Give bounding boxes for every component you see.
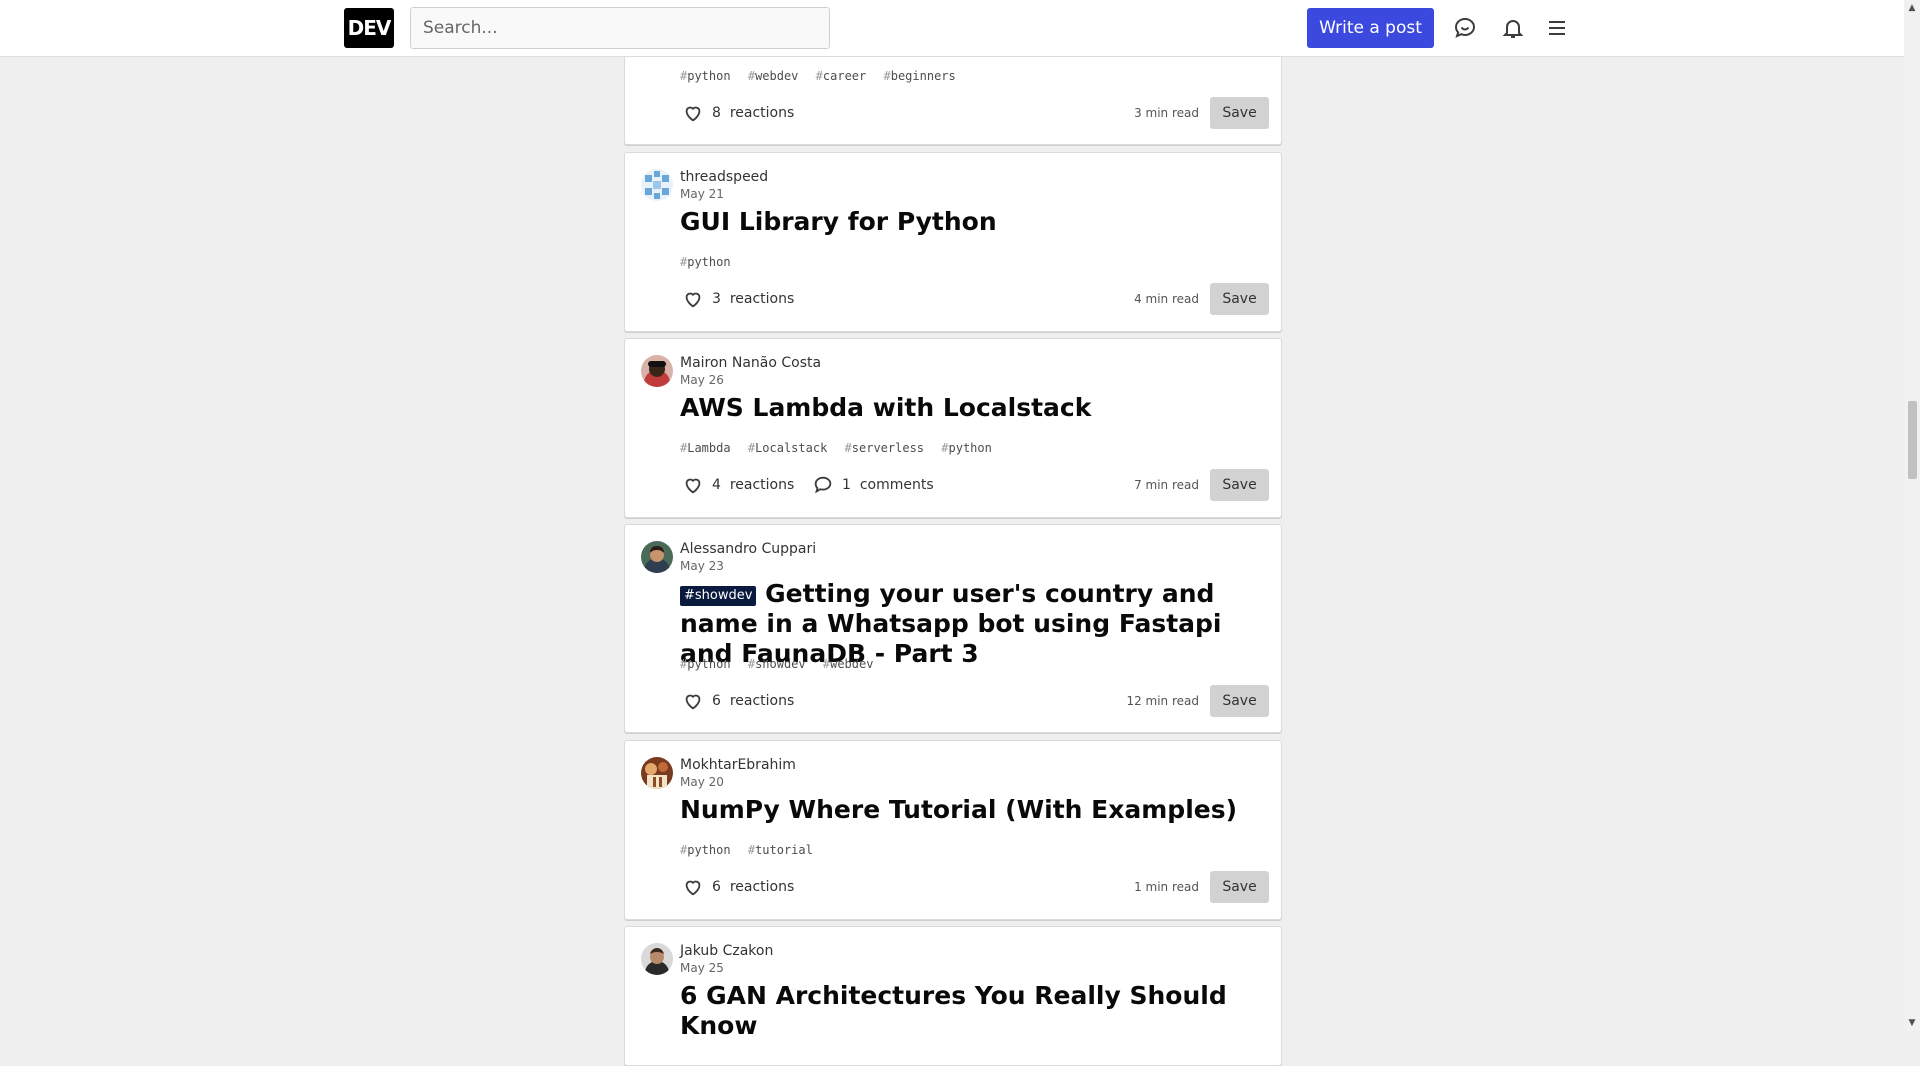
comment-icon (814, 476, 832, 494)
article-card[interactable]: Alessandro Cuppari May 23 #showdev Getti… (624, 524, 1282, 733)
flare-tag[interactable]: #showdev (680, 586, 757, 606)
heart-icon (685, 880, 701, 896)
read-time: 7 min read (1134, 478, 1199, 492)
read-time: 1 min read (1134, 880, 1199, 894)
save-button[interactable]: Save (1210, 283, 1269, 315)
reactions-link[interactable]: 3 reactions (680, 283, 794, 315)
article-footer: 3 reactions 4 min read Save (680, 283, 1269, 315)
tag-list: #Lambda #Localstack #serverless #python (680, 441, 1002, 455)
post-date[interactable]: May 20 (680, 775, 724, 789)
reactions-link[interactable]: 6 reactions (680, 871, 794, 903)
reactions-link[interactable]: 8 reactions (680, 97, 794, 129)
read-time: 4 min read (1134, 292, 1199, 306)
author-name[interactable]: threadspeed (680, 169, 768, 185)
save-button[interactable]: Save (1210, 685, 1269, 717)
tag-link[interactable]: #beginners (883, 69, 955, 83)
scrollbar-thumb[interactable] (1908, 401, 1917, 479)
tag-link[interactable]: #Localstack (748, 441, 827, 455)
article-title[interactable]: #showdev Getting your user's country and… (680, 579, 1270, 669)
read-time: 12 min read (1126, 694, 1199, 708)
reactions-link[interactable]: 6 reactions (680, 685, 794, 717)
tag-link[interactable]: #serverless (845, 441, 924, 455)
post-date[interactable]: May 21 (680, 187, 724, 201)
reactions-count: 4 (712, 477, 721, 493)
reactions-label: reactions (729, 105, 795, 121)
article-card[interactable]: Mairon Nanão Costa May 26 AWS Lambda wit… (624, 338, 1282, 518)
article-title[interactable]: 6 GAN Architectures You Really Should Kn… (680, 981, 1270, 1041)
article-card[interactable]: MokhtarEbrahim May 20 NumPy Where Tutori… (624, 740, 1282, 920)
tag-link[interactable]: #python (680, 255, 731, 269)
heart-icon (685, 106, 701, 122)
author-name[interactable]: Alessandro Cuppari (680, 541, 816, 557)
heart-icon (685, 694, 701, 710)
reactions-label: reactions (729, 693, 795, 709)
save-button[interactable]: Save (1210, 469, 1269, 501)
reactions-label: reactions (729, 291, 795, 307)
article-card[interactable]: threadspeed May 21 GUI Library for Pytho… (624, 152, 1282, 332)
top-header: DEV Write a post (0, 0, 1904, 57)
bell-icon[interactable] (1499, 14, 1527, 42)
article-footer: 8 reactions 3 min read Save (680, 97, 1269, 129)
tag-link[interactable]: #webdev (748, 69, 799, 83)
article-footer: 6 reactions 12 min read Save (680, 685, 1269, 717)
save-button[interactable]: Save (1210, 97, 1269, 129)
article-footer: 6 reactions 1 min read Save (680, 871, 1269, 903)
post-date[interactable]: May 25 (680, 961, 724, 975)
tag-link[interactable]: #showdev (748, 657, 806, 671)
article-title[interactable]: AWS Lambda with Localstack (680, 393, 1270, 423)
chat-icon[interactable] (1451, 14, 1479, 42)
author-name[interactable]: Jakub Czakon (680, 943, 773, 959)
tag-list: #python #showdev #webdev (680, 657, 883, 671)
tag-link[interactable]: #career (816, 69, 867, 83)
post-date[interactable]: May 26 (680, 373, 724, 387)
tag-link[interactable]: #python (941, 441, 992, 455)
avatar[interactable] (641, 355, 673, 387)
tag-link[interactable]: #python (680, 69, 731, 83)
heart-icon (685, 478, 701, 494)
tag-link[interactable]: #Lambda (680, 441, 731, 455)
save-button[interactable]: Save (1210, 871, 1269, 903)
write-post-button[interactable]: Write a post (1307, 8, 1434, 48)
reactions-count: 6 (712, 693, 721, 709)
comments-count: 1 (842, 477, 851, 493)
avatar[interactable] (641, 541, 673, 573)
tag-list: #python #tutorial (680, 843, 823, 857)
tag-link[interactable]: #tutorial (748, 843, 813, 857)
tag-list: #python #webdev #career #beginners (680, 69, 966, 83)
article-title[interactable]: NumPy Where Tutorial (With Examples) (680, 795, 1270, 825)
search-input[interactable] (410, 7, 830, 49)
reactions-count: 6 (712, 879, 721, 895)
author-name[interactable]: MokhtarEbrahim (680, 757, 796, 773)
avatar[interactable] (641, 169, 673, 201)
avatar[interactable] (641, 757, 673, 789)
post-date[interactable]: May 23 (680, 559, 724, 573)
article-title-text[interactable]: Getting your user's country and name in … (680, 579, 1221, 668)
article-title[interactable]: GUI Library for Python (680, 207, 1270, 237)
comments-label: comments (859, 477, 934, 493)
author-name[interactable]: Mairon Nanão Costa (680, 355, 821, 371)
scroll-up-arrow-icon[interactable]: ▲ (1904, 0, 1920, 16)
comments-link[interactable]: 1 comments (812, 469, 934, 501)
heart-icon (685, 292, 701, 308)
menu-icon[interactable] (1543, 14, 1571, 42)
reactions-link[interactable]: 4 reactions (680, 469, 794, 501)
reactions-label: reactions (729, 477, 795, 493)
dev-logo[interactable]: DEV (344, 8, 394, 48)
article-card[interactable]: Jakub Czakon May 25 6 GAN Architectures … (624, 926, 1282, 1066)
reactions-count: 3 (712, 291, 721, 307)
tag-link[interactable]: #webdev (823, 657, 874, 671)
scroll-down-arrow-icon[interactable]: ▼ (1904, 1015, 1920, 1031)
avatar[interactable] (641, 943, 673, 975)
reactions-count: 8 (712, 105, 721, 121)
article-footer: 4 reactions 1 comments 7 min read Save (680, 469, 1269, 501)
read-time: 3 min read (1134, 106, 1199, 120)
tag-link[interactable]: #python (680, 657, 731, 671)
reactions-label: reactions (729, 879, 795, 895)
tag-list: #python (680, 255, 741, 269)
tag-link[interactable]: #python (680, 843, 731, 857)
page-scrollbar[interactable]: ▲ ▼ (1904, 0, 1920, 1031)
